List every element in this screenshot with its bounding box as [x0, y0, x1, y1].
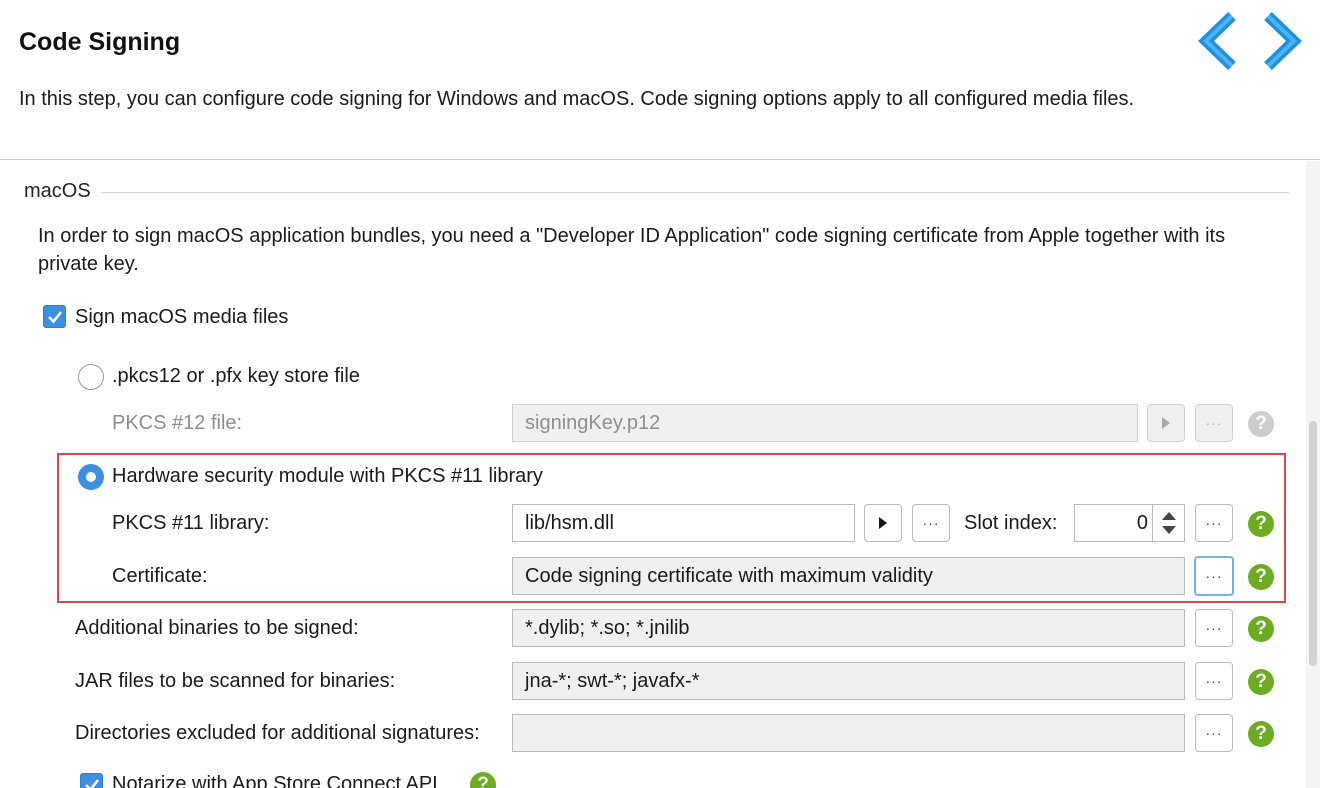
pkcs11-library-field[interactable]: lib/hsm.dll	[512, 504, 855, 542]
excluded-dirs-browse-button[interactable]: ···	[1195, 714, 1233, 752]
jar-files-help-icon[interactable]: ?	[1248, 669, 1274, 695]
additional-binaries-help-icon[interactable]: ?	[1248, 616, 1274, 642]
slot-browse-button[interactable]: ···	[1195, 504, 1233, 542]
checkmark-icon	[85, 779, 100, 788]
pkcs12-run-button[interactable]	[1147, 404, 1185, 442]
section-description: In order to sign macOS application bundl…	[38, 225, 1226, 275]
hsm-radio[interactable]	[78, 464, 104, 490]
notarize-help-icon[interactable]: ?	[470, 772, 496, 788]
page-title: Code Signing	[19, 28, 181, 56]
page-description: In this step, you can configure code sig…	[19, 88, 1135, 110]
pkcs12-file-field[interactable]: signingKey.p12	[512, 404, 1138, 442]
pkcs12-label: .pkcs12 or .pfx key store file	[112, 365, 360, 387]
jar-files-browse-button[interactable]: ···	[1195, 662, 1233, 700]
section-title: macOS	[24, 180, 91, 202]
pkcs12-browse-button[interactable]: ···	[1195, 404, 1233, 442]
notarize-label: Notarize with App Store Connect API	[112, 773, 438, 788]
scrollbar-thumb[interactable]	[1309, 421, 1317, 666]
slot-index-spinner[interactable]: 0	[1074, 504, 1185, 542]
vertical-scrollbar[interactable]	[1306, 161, 1320, 788]
excluded-dirs-field[interactable]	[512, 714, 1185, 752]
sign-macos-checkbox[interactable]	[43, 305, 66, 328]
pkcs12-radio[interactable]	[78, 364, 104, 390]
play-icon	[1162, 417, 1170, 429]
spinner-arrows-icon[interactable]	[1152, 505, 1184, 541]
pkcs12-help-icon[interactable]: ?	[1248, 411, 1274, 437]
slot-index-value: 0	[1136, 512, 1148, 534]
certificate-label: Certificate:	[112, 565, 208, 587]
checkmark-icon	[48, 311, 63, 324]
section-divider	[101, 192, 1289, 193]
pkcs11-help-icon[interactable]: ?	[1248, 511, 1274, 537]
certificate-help-icon[interactable]: ?	[1248, 564, 1274, 590]
sign-macos-label: Sign macOS media files	[75, 306, 289, 328]
excluded-dirs-label: Directories excluded for additional sign…	[75, 722, 480, 744]
pkcs12-file-label: PKCS #12 file:	[112, 412, 243, 434]
excluded-dirs-help-icon[interactable]: ?	[1248, 721, 1274, 747]
main-content: macOS In order to sign macOS application…	[0, 161, 1320, 788]
play-icon	[879, 517, 887, 529]
back-arrow-icon[interactable]	[1194, 12, 1242, 70]
pkcs11-library-browse-button[interactable]: ···	[912, 504, 950, 542]
additional-binaries-browse-button[interactable]: ···	[1195, 609, 1233, 647]
additional-binaries-label: Additional binaries to be signed:	[75, 617, 359, 639]
hsm-label: Hardware security module with PKCS #11 l…	[112, 465, 543, 487]
jar-files-label: JAR files to be scanned for binaries:	[75, 670, 396, 692]
additional-binaries-field[interactable]: *.dylib; *.so; *.jnilib	[512, 609, 1185, 647]
jar-files-field[interactable]: jna-*; swt-*; javafx-*	[512, 662, 1185, 700]
forward-arrow-icon[interactable]	[1258, 12, 1306, 70]
pkcs11-library-label: PKCS #11 library:	[112, 512, 270, 534]
certificate-browse-button[interactable]: ···	[1194, 556, 1234, 596]
certificate-field[interactable]: Code signing certificate with maximum va…	[512, 557, 1185, 595]
notarize-checkbox[interactable]	[80, 773, 103, 788]
header: Code Signing In this step, you can confi…	[0, 0, 1320, 160]
pkcs11-run-button[interactable]	[864, 504, 902, 542]
slot-index-label: Slot index:	[964, 512, 1058, 534]
